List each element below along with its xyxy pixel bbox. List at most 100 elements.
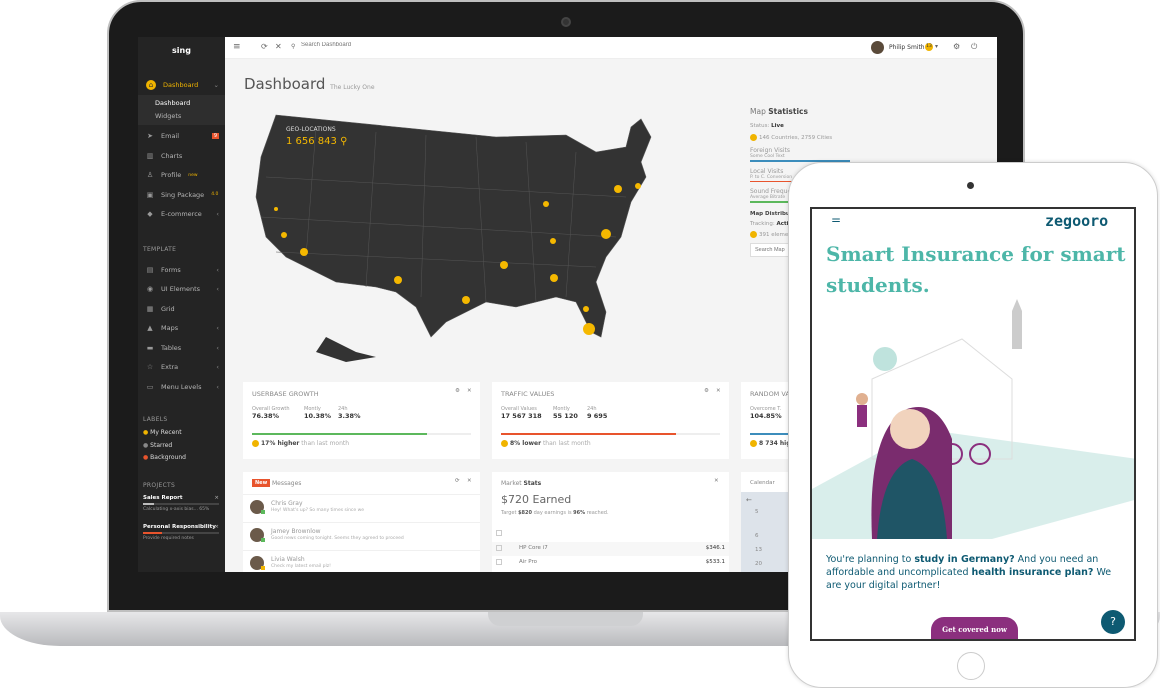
label-item[interactable]: ● Starred — [143, 442, 172, 449]
chevron-left-icon: ‹ — [216, 210, 219, 218]
get-covered-button[interactable]: Get covered now — [931, 617, 1018, 639]
menu-icon[interactable]: = — [831, 213, 841, 227]
close-icon[interactable]: ✕ — [467, 388, 472, 394]
submenu-item[interactable]: Dashboard — [155, 99, 190, 107]
message-item[interactable]: Jamey Brownlow Good news coming tonight. … — [243, 522, 480, 549]
zegooro-logo[interactable]: zegooro — [1045, 212, 1108, 230]
close-icon[interactable]: ✕ — [467, 478, 472, 484]
power-icon[interactable]: ⏻ — [971, 42, 977, 52]
smile-icon — [252, 440, 259, 447]
sidebar-item-email[interactable]: ➤ Email 9 — [138, 127, 225, 146]
user-name[interactable]: Philip Smith — [889, 44, 925, 51]
close-icon[interactable]: × — [214, 524, 219, 530]
sidebar-item-label: UI Elements — [161, 285, 201, 293]
market-stats-card: Market Stats ✕ $720 Earned Target $820 d… — [492, 472, 729, 572]
arrow-left-icon[interactable]: ← — [746, 496, 752, 504]
top-bar: ≡ ⟳ ✕ ⚲ Philip Smith 13 ▾ ⚙ ⏻ — [225, 37, 997, 59]
row-checkbox[interactable] — [496, 559, 502, 565]
sidebar-item-sing-package[interactable]: ▣ Sing Package 4.0 — [138, 185, 225, 204]
select-all-checkbox[interactable] — [496, 530, 502, 536]
projects-header: PROJECTS — [143, 482, 176, 489]
refresh-icon[interactable]: ⟳ — [261, 42, 268, 51]
globe-icon: ◉ — [146, 285, 154, 293]
star-icon: ☆ — [146, 363, 154, 371]
sidebar-item-charts[interactable]: ▥ Charts — [138, 146, 225, 165]
calendar-day[interactable]: 20 — [755, 561, 762, 567]
sidebar-item-extra[interactable]: ☆ Extra ‹ — [138, 358, 225, 377]
project-item[interactable]: Personal Responsibility × Provide required… — [143, 524, 219, 541]
widget-stat: 24h 3.38% — [338, 406, 361, 420]
avatar[interactable] — [871, 41, 884, 54]
sidebar-item-menu-levels[interactable]: ▭ Menu Levels ‹ — [138, 377, 225, 396]
help-icon[interactable]: ? — [1101, 610, 1125, 634]
calendar-day[interactable]: 13 — [755, 547, 762, 553]
new-badge: New — [252, 479, 271, 487]
user-badge: 13 — [925, 43, 933, 51]
sidebar-item-tables[interactable]: ▬ Tables ‹ — [138, 338, 225, 357]
label-text: Background — [150, 454, 186, 461]
sidebar-item-maps[interactable]: ▲ Maps ‹ — [138, 319, 225, 338]
label-item[interactable]: ● My Recent — [143, 429, 182, 436]
calendar-day[interactable]: 6 — [755, 533, 759, 539]
project-progress — [143, 503, 155, 505]
message-item[interactable]: Chris Gray Hey! What's up? So many times … — [243, 494, 480, 521]
sidebar-item-label: Maps — [161, 324, 179, 332]
sidebar-item-label: Menu Levels — [161, 382, 202, 391]
chevron-down-icon[interactable]: ▾ — [935, 43, 938, 50]
close-icon[interactable]: ✕ — [716, 388, 721, 394]
chevron-left-icon: ‹ — [216, 363, 219, 371]
menu-icon[interactable]: ≡ — [233, 42, 241, 52]
close-icon[interactable]: ✕ — [714, 478, 719, 484]
chevron-left-icon: ‹ — [216, 285, 219, 293]
sidebar: sing ⌂ Dashboard ⌄ Dashboard Widgets ➤ Email 9 ▥… — [138, 37, 225, 572]
row-checkbox[interactable] — [496, 545, 502, 551]
camera — [561, 17, 571, 27]
label-text: My Recent — [150, 429, 182, 436]
smile-icon — [501, 440, 508, 447]
sidebar-item-forms[interactable]: ▤ Forms ‹ — [138, 260, 225, 279]
widget-delta: 8% lower than last month — [501, 440, 591, 447]
sidebar-item-ui-elements[interactable]: ◉ UI Elements ‹ — [138, 280, 225, 299]
geo-value: 1 656 843 ⚲ — [286, 136, 348, 147]
messages-title: Messages — [272, 480, 302, 487]
status-dot — [261, 538, 265, 542]
sidebar-item-e-commerce[interactable]: ◆ E-commerce ‹ — [138, 205, 225, 224]
sidebar-item-profile[interactable]: ♙ Profile new — [138, 166, 225, 185]
close-icon[interactable]: × — [214, 495, 219, 501]
widget-stat: Overall Values 17 567 318 — [501, 406, 542, 420]
file-icon: ▤ — [146, 265, 154, 274]
sidebar-item-sup: 4.0 — [211, 192, 219, 197]
close-icon[interactable]: ✕ — [275, 42, 282, 51]
calendar-day[interactable]: 5 — [755, 509, 759, 515]
label-text: Starred — [150, 441, 173, 449]
widget-stat: Montly 55 120 — [553, 406, 578, 420]
smile-icon — [750, 440, 757, 447]
home-button[interactable] — [957, 652, 985, 680]
widget-stat: Overcome T. 104.85% — [750, 406, 782, 420]
search-input[interactable] — [301, 42, 421, 48]
gear-icon[interactable]: ⚙ — [953, 42, 960, 51]
label-dot: ● — [143, 429, 149, 436]
label-dot: ● — [143, 454, 149, 461]
laptop-notch — [488, 612, 643, 626]
project-item[interactable]: Sales Report × Calculating x-axis bias... … — [143, 495, 219, 512]
submenu-item[interactable]: Widgets — [155, 112, 181, 120]
sidebar-item-label: Dashboard — [163, 80, 199, 89]
earned-value: $720 Earned — [501, 493, 572, 506]
refresh-icon[interactable]: ⟳ — [455, 478, 460, 484]
widget-progress — [252, 433, 471, 435]
message-item[interactable]: Livia Walsh Check my latest email plz! — [243, 550, 480, 572]
gear-icon[interactable]: ⚙ — [704, 388, 709, 394]
search-icon: ⚲ — [291, 43, 296, 50]
label-item[interactable]: ● Background — [143, 454, 186, 461]
gear-icon[interactable]: ⚙ — [455, 388, 460, 394]
sidebar-item-label: Tables — [161, 343, 182, 352]
sidebar-submenu: Dashboard Widgets — [138, 95, 225, 125]
table-row: HP Core i7 $346.1 — [492, 542, 729, 556]
table-icon: ▬ — [146, 343, 154, 352]
intro-text: You're planning to study in Germany? And… — [826, 554, 1112, 591]
sidebar-item-dashboard[interactable]: ⌂ Dashboard ⌄ — [138, 75, 225, 94]
sidebar-item-label: Profile — [161, 171, 182, 179]
sidebar-item-grid[interactable]: ▦ Grid — [138, 299, 225, 318]
sidebar-item-sup: new — [188, 172, 198, 178]
